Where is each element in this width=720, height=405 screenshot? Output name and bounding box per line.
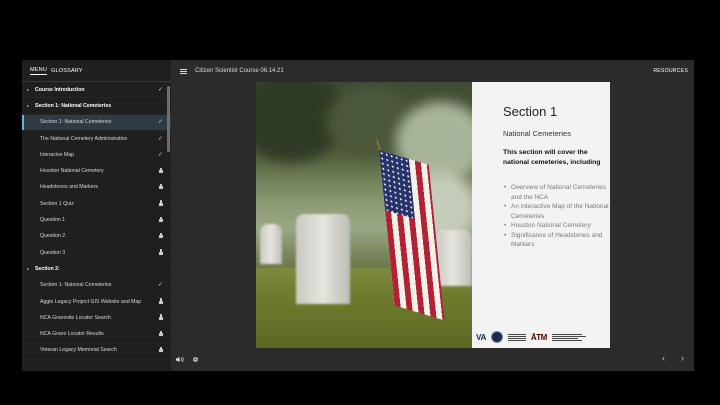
sidebar-item-label: NCA Gravesite Locator Search — [40, 314, 111, 321]
sidebar-item-label: Question 2 — [40, 233, 66, 240]
sidebar-item[interactable]: Question 1 — [22, 212, 171, 229]
sidebar-section[interactable]: ▸ Course Introduction ✓ — [22, 82, 171, 99]
sidebar-item[interactable]: Section 1: National Cemeteries ✓ — [22, 114, 171, 131]
sidebar-item-label: Veteran Legacy Memorial Search — [40, 347, 117, 354]
sidebar-item-label: Houston National Cemetery — [40, 168, 104, 175]
check-icon: ✓ — [157, 151, 163, 158]
lock-icon — [159, 298, 163, 305]
lock-icon — [159, 184, 163, 190]
va-logo-wordmark — [507, 333, 526, 341]
lock-icon — [159, 200, 163, 207]
sidebar-item-label: Question 3 — [40, 249, 66, 256]
sidebar-item[interactable]: The National Cemetery Administration ✓ — [22, 131, 171, 148]
caret-icon: ▸ — [27, 87, 30, 93]
sidebar-scrollbar[interactable] — [167, 86, 170, 152]
check-icon: ✓ — [157, 135, 163, 142]
gear-icon[interactable] — [192, 356, 199, 363]
sidebar-item[interactable]: Question 2 — [22, 229, 171, 245]
va-logo: VA — [476, 332, 486, 342]
va-seal-logo — [490, 331, 503, 343]
sidebar-item[interactable]: Headstones and Markers — [22, 180, 171, 197]
previous-slide-button[interactable]: ‹ — [662, 354, 665, 363]
tab-menu[interactable]: MENU — [30, 67, 47, 75]
tamu-logo: ĀTM — [530, 332, 547, 342]
bullet-item: Overview of National Cemeteries and the … — [503, 183, 610, 202]
bullet-item: Houston National Cemetery — [503, 221, 610, 231]
slide-subtitle: National Cemeteries — [503, 129, 571, 138]
caret-icon: ▸ — [27, 266, 30, 272]
lock-icon — [159, 314, 163, 321]
sidebar-item-label: Section 1: National Cemeteries — [40, 119, 112, 126]
sidebar-item-label: Aggie Legacy Project GIS Website and Map — [40, 298, 142, 305]
sidebar-item-label: Section 1: National Cemeteries — [40, 282, 112, 289]
slide-title: Section 1 — [503, 104, 558, 119]
volume-icon[interactable] — [176, 356, 184, 363]
hamburger-menu-icon[interactable] — [180, 68, 187, 74]
header-bar: Citizen Scientist Course 06.14.21 RESOUR… — [171, 60, 694, 82]
slide-intro: This section will cover the national cem… — [503, 149, 601, 166]
sidebar-section[interactable]: ▸ Section 2: — [22, 261, 171, 278]
course-outline: ▸ Course Introduction ✓ ▸ Section 1: Nationa… — [22, 82, 171, 360]
check-icon: ✓ — [157, 119, 163, 126]
sidebar: MENU GLOSSARY ▸ Course Introduction ✓ ▸ Sect… — [22, 60, 171, 371]
sidebar-tabs: MENU GLOSSARY — [22, 60, 171, 82]
sidebar-section[interactable]: ▸ Section 1: National Cemeteries — [22, 98, 171, 115]
sidebar-item[interactable]: Veteran Legacy Memorial Search — [22, 343, 171, 360]
sidebar-item[interactable]: Question 3 — [22, 245, 171, 262]
caret-icon: ▸ — [27, 103, 30, 109]
sidebar-item[interactable]: NCA Grave Locator Results — [22, 326, 171, 343]
resources-button[interactable]: RESOURCES — [653, 68, 688, 74]
slide-bullets: Overview of National Cemeteries and the … — [503, 183, 610, 250]
lock-icon — [159, 167, 163, 174]
check-icon: ✓ — [157, 86, 163, 93]
slide: Section 1 National Cemeteries This secti… — [256, 82, 610, 348]
course-title: Citizen Scientist Course 06.14.21 — [195, 68, 284, 74]
next-slide-button[interactable]: › — [681, 354, 684, 363]
flag-cemetery-photo — [256, 82, 472, 348]
sidebar-item-label: Interacive Map — [40, 151, 75, 158]
sidebar-section-label: Course Introduction — [35, 86, 85, 93]
sidebar-item[interactable]: Interacive Map ✓ — [22, 147, 171, 164]
sidebar-item-label: Question 1 — [40, 217, 66, 224]
sidebar-item[interactable]: Section 1: National Cemeteries ✓ — [22, 278, 171, 294]
lock-icon — [159, 216, 163, 223]
sidebar-item[interactable]: Houston National Cemetery — [22, 163, 171, 180]
slide-text-panel: Section 1 National Cemeteries This secti… — [472, 82, 610, 348]
bullet-item: An interactive Map of the National Cemet… — [503, 202, 610, 221]
check-icon: ✓ — [157, 282, 163, 289]
sidebar-item-label: The National Cemetery Administration — [40, 135, 128, 142]
partner-logos: VA ĀTM — [476, 330, 606, 344]
sidebar-item-label: NCA Grave Locator Results — [40, 331, 104, 338]
sidebar-section-label: Section 1: National Cemeteries — [35, 102, 112, 109]
tamu-logo-wordmark — [551, 333, 586, 341]
bullet-item: Significance of Headstones and Markers — [503, 231, 610, 250]
sidebar-item[interactable]: NCA Gravesite Locator Search — [22, 310, 171, 327]
lock-icon — [159, 346, 163, 353]
sidebar-item[interactable]: Aggie Legacy Project GIS Website and Map — [22, 294, 171, 311]
sidebar-item-label: Section 1 Quiz — [40, 200, 74, 207]
sidebar-item[interactable]: Section 1 Quiz — [22, 196, 171, 213]
sidebar-item-label: Headstones and Markers — [40, 184, 98, 191]
lock-icon — [159, 330, 163, 337]
lock-icon — [159, 232, 163, 239]
tab-glossary[interactable]: GLOSSARY — [51, 68, 83, 74]
lock-icon — [159, 249, 163, 256]
sidebar-section-label: Section 2: — [35, 265, 60, 272]
